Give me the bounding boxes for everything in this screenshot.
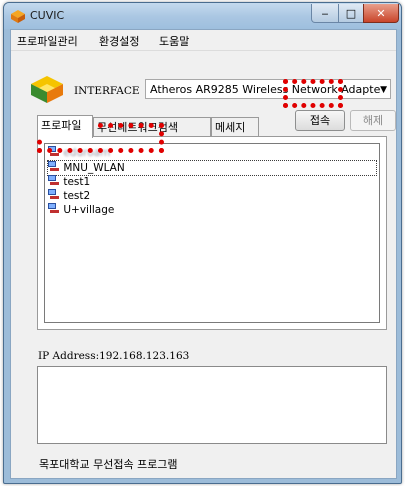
profile-name: U+village bbox=[63, 204, 115, 216]
title-bar[interactable]: CUVIC ‒ □ ✕ bbox=[4, 3, 401, 29]
computer-icon bbox=[48, 146, 59, 156]
profile-item[interactable]: eduroam bbox=[48, 146, 110, 160]
close-button[interactable]: ✕ bbox=[363, 4, 399, 23]
disconnect-button[interactable]: 해제 bbox=[350, 110, 396, 131]
profile-name: MNU_WLAN bbox=[63, 162, 125, 174]
interface-select[interactable]: Atheros AR9285 Wireless Network Adapte ▼ bbox=[145, 79, 391, 99]
profile-item[interactable]: U+village bbox=[48, 203, 114, 217]
profile-name: test1 bbox=[63, 176, 91, 188]
computer-icon bbox=[48, 161, 59, 171]
interface-select-value: Atheros AR9285 Wireless Network Adapte bbox=[150, 83, 381, 96]
maximize-button[interactable]: □ bbox=[338, 4, 364, 23]
computer-icon bbox=[48, 189, 59, 199]
profile-tab-panel: eduroam MNU_WLAN test1 test2 U+village bbox=[37, 136, 387, 330]
profile-name: test2 bbox=[63, 190, 91, 202]
app-window: CUVIC ‒ □ ✕ 프로파일관리 환경설정 도움말 INTERFACE At… bbox=[3, 2, 402, 484]
footer-label: 목포대학교 무선접속 프로그램 bbox=[39, 458, 178, 471]
tab-wireless-search[interactable]: 무선네트워크검색 bbox=[93, 117, 211, 137]
profile-name: eduroam bbox=[63, 147, 111, 159]
interface-label: INTERFACE bbox=[74, 85, 140, 97]
connect-button[interactable]: 접속 bbox=[295, 110, 345, 131]
chevron-down-icon: ▼ bbox=[380, 85, 387, 95]
computer-icon bbox=[48, 203, 59, 213]
maximize-icon: □ bbox=[345, 6, 357, 20]
profile-list[interactable]: eduroam MNU_WLAN test1 test2 U+village bbox=[44, 143, 380, 323]
ip-address-label: IP Address:192.168.123.163 bbox=[38, 350, 190, 362]
tab-messages[interactable]: 메세지 bbox=[211, 117, 259, 137]
minimize-icon: ‒ bbox=[321, 6, 329, 20]
profile-item[interactable]: test2 bbox=[48, 189, 90, 203]
close-icon: ✕ bbox=[376, 6, 386, 20]
menu-profile-manage[interactable]: 프로파일관리 bbox=[17, 33, 78, 49]
window-title: CUVIC bbox=[30, 9, 65, 22]
tab-profile[interactable]: 프로파일 bbox=[37, 115, 93, 138]
computer-icon bbox=[48, 175, 59, 185]
menu-bar: 프로파일관리 환경설정 도움말 bbox=[11, 30, 396, 51]
menu-help[interactable]: 도움말 bbox=[159, 33, 189, 49]
message-log[interactable] bbox=[37, 366, 387, 444]
menu-settings[interactable]: 환경설정 bbox=[99, 33, 139, 49]
profile-item-selected[interactable]: MNU_WLAN bbox=[47, 160, 377, 176]
minimize-button[interactable]: ‒ bbox=[311, 4, 339, 23]
profile-item[interactable]: test1 bbox=[48, 175, 90, 189]
cube-logo-icon bbox=[31, 76, 63, 103]
client-area: 프로파일관리 환경설정 도움말 INTERFACE Atheros AR9285… bbox=[10, 29, 397, 479]
app-icon bbox=[11, 10, 25, 23]
